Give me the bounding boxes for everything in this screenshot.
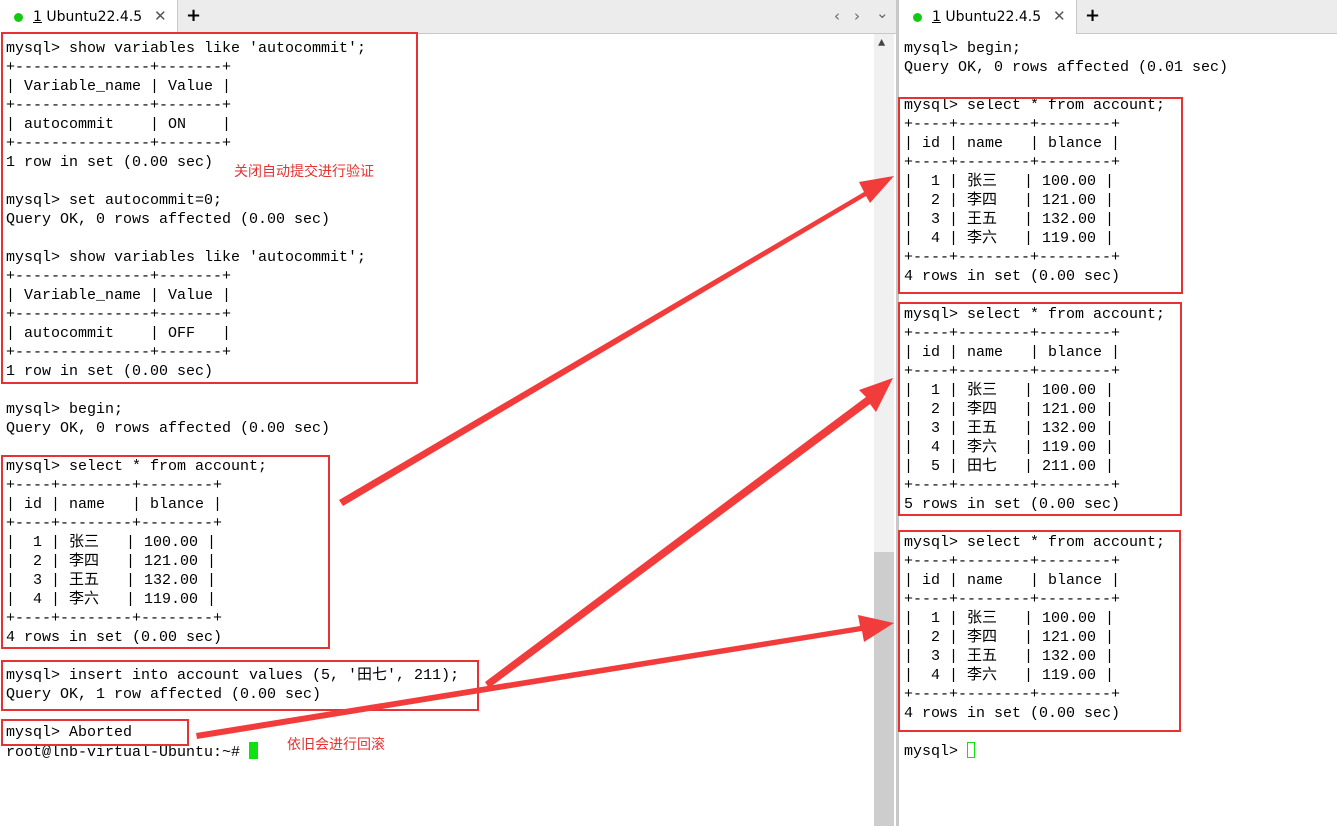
highlight-box-left-select [1, 455, 330, 649]
left-session-tab[interactable]: 1 Ubuntu22.4.5 ✕ [0, 0, 178, 34]
connected-status-icon [913, 13, 922, 22]
right-tab-bar: 1 Ubuntu22.4.5 ✕ + [899, 0, 1337, 34]
chevron-right-icon[interactable]: › [854, 7, 860, 25]
close-icon[interactable]: ✕ [154, 7, 167, 25]
highlight-box-aborted [1, 719, 189, 746]
highlight-box-right-select-1 [898, 97, 1183, 294]
close-icon[interactable]: ✕ [1053, 7, 1066, 25]
annotation-rollback-note: 依旧会进行回滚 [287, 737, 385, 753]
highlight-box-insert [1, 660, 479, 711]
annotation-autocommit-note: 关闭自动提交进行验证 [234, 164, 374, 180]
connected-status-icon [14, 13, 23, 22]
right-session-tab[interactable]: 1 Ubuntu22.4.5 ✕ [899, 0, 1077, 34]
new-tab-button[interactable]: + [186, 5, 201, 26]
tab-index: 1 [932, 9, 941, 25]
tab-title: Ubuntu22.4.5 [41, 9, 143, 25]
chevron-left-icon[interactable]: ‹ [834, 7, 840, 25]
terminal-cursor [249, 742, 259, 759]
terminal-cursor [967, 742, 976, 758]
highlight-box-right-select-2 [898, 302, 1182, 516]
scrollbar-thumb[interactable] [874, 552, 894, 826]
tab-index: 1 [33, 9, 42, 25]
new-tab-button[interactable]: + [1085, 5, 1100, 26]
scroll-up-icon[interactable]: ▲ [878, 36, 885, 50]
left-tab-bar: 1 Ubuntu22.4.5 ✕ + ‹ › ⌄ [0, 0, 896, 34]
highlight-box-right-select-3 [898, 530, 1181, 732]
highlight-box-autocommit [1, 32, 418, 384]
chevron-down-icon[interactable]: ⌄ [876, 4, 889, 22]
vertical-scrollbar[interactable]: ▲ [874, 34, 894, 826]
tab-title: Ubuntu22.4.5 [940, 9, 1042, 25]
